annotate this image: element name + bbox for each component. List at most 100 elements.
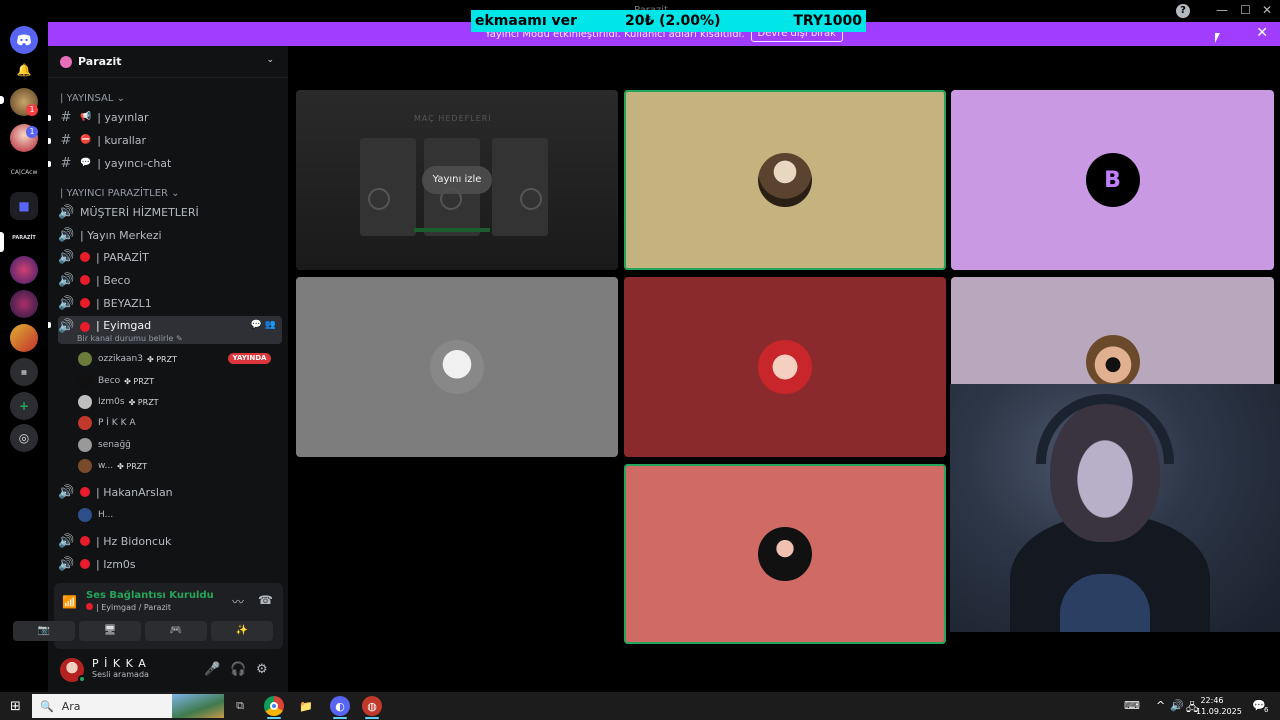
member-row[interactable]: H... bbox=[78, 506, 113, 524]
voice-channel-hakanarslan[interactable]: 🔊 | HakanArslan bbox=[58, 482, 282, 502]
close-window-button[interactable]: ✕ bbox=[1262, 3, 1272, 17]
channel-label: | Beco bbox=[96, 273, 131, 287]
channel-yayinci-chat[interactable]: # 💬 | yayıncı-chat bbox=[58, 153, 282, 173]
windows-start-icon[interactable]: ⊞ bbox=[10, 699, 21, 714]
explore-icon[interactable]: ◎ bbox=[10, 424, 38, 452]
voice-channel-yayin-merkezi[interactable]: 🔊 | Yayın Merkezi bbox=[58, 225, 282, 245]
server-ca[interactable]: CA|CAcw bbox=[10, 158, 38, 186]
volume-icon[interactable]: 🔊 bbox=[1170, 699, 1184, 712]
stream-preview-ring bbox=[368, 188, 390, 210]
voice-channel-parazit[interactable]: 🔊 | PARAZİT bbox=[58, 247, 282, 267]
voice-status-title[interactable]: Ses Bağlantısı Kuruldu bbox=[86, 590, 214, 601]
tray-chevron-icon[interactable]: ^ bbox=[1156, 699, 1165, 712]
server-header[interactable]: Parazit ⌄ bbox=[48, 46, 288, 78]
clock[interactable]: 22:46 11.09.2025 bbox=[1196, 695, 1242, 717]
search-label: Ara bbox=[61, 699, 81, 713]
server-avatar-6[interactable]: ▦ bbox=[10, 358, 38, 386]
member-avatar bbox=[78, 374, 92, 388]
speaker-icon: 🔊 bbox=[58, 227, 75, 243]
chevron-down-icon[interactable]: ⌄ bbox=[266, 55, 274, 65]
search-highlight-image bbox=[172, 694, 224, 718]
task-view-icon[interactable]: ⧉ bbox=[230, 696, 250, 716]
channel-chat-and-invite-icons[interactable]: 💬 👥 bbox=[251, 320, 276, 330]
gear-icon[interactable]: ⚙ bbox=[256, 662, 268, 677]
category-yayinci-parazitler[interactable]: | YAYINCI PARAZİTLER ⌄ bbox=[60, 188, 180, 199]
member-name: senağğ bbox=[98, 440, 131, 450]
user-name[interactable]: P İ K K A bbox=[92, 657, 147, 670]
speaker-icon: 🔊 bbox=[58, 204, 75, 220]
notice-close-icon[interactable]: ✕ bbox=[1256, 25, 1268, 41]
server-icon bbox=[60, 55, 72, 68]
member-tag: ✤ PRZT bbox=[146, 354, 177, 364]
member-row[interactable]: Izm0s ✤ PRZT bbox=[78, 393, 159, 411]
discord-taskbar-icon[interactable]: ◐ bbox=[330, 696, 350, 716]
voice-channel-izm0s[interactable]: 🔊 | Izm0s bbox=[58, 554, 282, 574]
help-icon[interactable]: ? bbox=[1176, 4, 1190, 18]
voice-channel-beco[interactable]: 🔊 | Beco bbox=[58, 270, 282, 290]
member-row[interactable]: ozzikaan3 ✤ PRZT bbox=[78, 350, 177, 368]
mention-badge-2: 1 bbox=[26, 126, 38, 138]
signal-icon[interactable]: 📶 bbox=[62, 595, 77, 609]
channel-status[interactable]: Bir kanal durumu belirle ✎ bbox=[77, 334, 183, 343]
donation-total: TRY1000 bbox=[793, 13, 862, 29]
selected-pill bbox=[0, 232, 4, 252]
chrome-icon[interactable] bbox=[264, 696, 284, 716]
server-avatar-5[interactable] bbox=[10, 324, 38, 352]
keyboard-icon[interactable]: ⌨ bbox=[1124, 699, 1140, 712]
speaker-icon: 🔊 bbox=[58, 295, 75, 311]
soundboard-button[interactable]: ✨ bbox=[211, 621, 273, 641]
activity-button[interactable]: 🎮 bbox=[145, 621, 207, 641]
channel-kurallar[interactable]: # ⛔ | kurallar bbox=[58, 130, 282, 150]
speaker-icon: 🔊 bbox=[58, 319, 75, 334]
red-dot-icon bbox=[80, 487, 90, 497]
voice-channel-musteri[interactable]: 🔊 MÜŞTERİ HİZMETLERİ bbox=[58, 202, 282, 222]
obs-icon[interactable]: ◍ bbox=[362, 696, 382, 716]
participant-tile[interactable] bbox=[296, 277, 618, 457]
voice-channel-hz-bidoncuk[interactable]: 🔊 | Hz Bidoncuk bbox=[58, 531, 282, 551]
server-avatar-3[interactable] bbox=[10, 256, 38, 284]
unread-indicator bbox=[48, 138, 51, 144]
member-row[interactable]: P İ K K A bbox=[78, 414, 136, 432]
participant-tile[interactable] bbox=[624, 90, 946, 270]
speaker-icon: 🔊 bbox=[58, 533, 75, 549]
server-parazit[interactable]: PARAZİT bbox=[10, 224, 38, 252]
stream-preview-panel bbox=[492, 138, 548, 236]
red-dot-icon bbox=[80, 275, 90, 285]
channel-label: | yayıncı-chat bbox=[97, 156, 172, 170]
inbox-bell-icon[interactable]: 🔔 bbox=[10, 56, 38, 84]
member-row[interactable]: Beco ✤ PRZT bbox=[78, 372, 154, 390]
participant-tile[interactable] bbox=[624, 464, 946, 644]
server-avatar-4[interactable] bbox=[10, 290, 38, 318]
notification-count: 6 bbox=[1264, 706, 1269, 714]
member-name: w... bbox=[98, 461, 114, 471]
headset-icon[interactable]: 🎧 bbox=[230, 662, 246, 677]
mention-badge-1: 1 bbox=[26, 104, 38, 116]
participant-tile[interactable]: B bbox=[951, 90, 1274, 270]
microphone-icon[interactable]: 🎤 bbox=[204, 662, 220, 677]
category-yayinsal[interactable]: | YAYINSAL ⌄ bbox=[60, 93, 125, 104]
minimize-button[interactable]: — bbox=[1216, 3, 1228, 17]
speaker-icon: 🔊 bbox=[58, 249, 75, 265]
maximize-button[interactable]: ☐ bbox=[1240, 3, 1251, 17]
channel-label: | PARAZİT bbox=[96, 250, 149, 264]
folder-icon[interactable]: ■ bbox=[10, 192, 38, 220]
participant-tile[interactable] bbox=[624, 277, 946, 457]
discord-home-icon[interactable] bbox=[10, 26, 38, 54]
member-row[interactable]: w... ✤ PRZT bbox=[78, 457, 147, 475]
watch-stream-button[interactable]: Yayını izle bbox=[422, 166, 492, 194]
disconnect-icon[interactable]: ☎ bbox=[258, 593, 273, 607]
clock-time: 22:46 bbox=[1200, 696, 1224, 705]
chrome-center bbox=[270, 702, 278, 710]
channel-yayinlar[interactable]: # 📢 | yayınlar bbox=[58, 107, 282, 127]
app-active-indicator bbox=[333, 717, 347, 719]
screen-share-button[interactable]: 🖥 bbox=[79, 621, 141, 641]
noise-suppression-icon[interactable]: 〰 bbox=[232, 593, 244, 610]
member-row[interactable]: senağğ bbox=[78, 436, 131, 454]
voice-channel-beyazl1[interactable]: 🔊 | BEYAZL1 bbox=[58, 293, 282, 313]
stream-tile[interactable]: MAÇ HEDEFLERİ Yayını izle bbox=[296, 90, 618, 270]
search-box[interactable]: 🔍 Ara bbox=[32, 694, 224, 718]
add-server-icon[interactable]: + bbox=[10, 392, 38, 420]
camera-button[interactable]: 📷 bbox=[13, 621, 75, 641]
file-explorer-icon[interactable]: 📁 bbox=[296, 696, 316, 716]
member-avatar bbox=[78, 352, 92, 366]
